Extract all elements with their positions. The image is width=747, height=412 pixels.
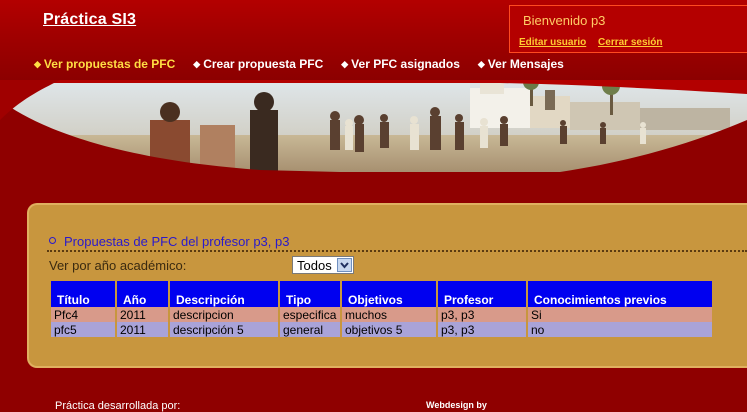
cell-tipo: general bbox=[280, 322, 340, 337]
cell-conocimientos: Si bbox=[528, 307, 712, 322]
cell-conocimientos: no bbox=[528, 322, 712, 337]
proposals-table: Título Año Descripción Tipo Objetivos Pr… bbox=[49, 281, 714, 337]
col-anio[interactable]: Año bbox=[117, 281, 168, 307]
col-titulo[interactable]: Título bbox=[51, 281, 115, 307]
col-descripcion[interactable]: Descripción bbox=[170, 281, 278, 307]
table-header-row: Título Año Descripción Tipo Objetivos Pr… bbox=[51, 281, 712, 307]
footer-credits: Práctica desarrollada por: bbox=[55, 400, 181, 412]
logout-link[interactable]: Cerrar sesión bbox=[598, 37, 662, 48]
main-nav: ◆ Ver propuestas de PFC ◆ Crear propuesta … bbox=[34, 57, 582, 73]
header: Práctica SI3 Bienvenido p3 Editar usuari… bbox=[0, 0, 747, 80]
user-box: Bienvenido p3 Editar usuario Cerrar sesi… bbox=[509, 5, 747, 53]
welcome-message: Bienvenido p3 bbox=[523, 13, 606, 28]
table-row[interactable]: Pfc4 2011 descripcion especifica muchos … bbox=[51, 307, 712, 322]
year-filter-value: Todos bbox=[297, 258, 332, 273]
section-title-text: Propuestas de PFC del profesor p3, p3 bbox=[64, 234, 290, 249]
cell-objetivos: objetivos 5 bbox=[342, 322, 436, 337]
chevron-down-icon[interactable] bbox=[337, 258, 352, 272]
nav-label: Ver Mensajes bbox=[487, 57, 564, 71]
edit-user-link[interactable]: Editar usuario bbox=[519, 37, 586, 48]
cell-titulo: pfc5 bbox=[51, 322, 115, 337]
cell-descripcion: descripción 5 bbox=[170, 322, 278, 337]
cell-anio: 2011 bbox=[117, 322, 168, 337]
dotted-divider bbox=[47, 250, 747, 252]
cell-profesor: p3, p3 bbox=[438, 322, 526, 337]
nav-ver-propuestas[interactable]: ◆ Ver propuestas de PFC bbox=[34, 57, 175, 73]
col-objetivos[interactable]: Objetivos bbox=[342, 281, 436, 307]
cell-titulo: Pfc4 bbox=[51, 307, 115, 322]
footer-webdesign: Webdesign by bbox=[426, 400, 487, 410]
year-filter-select[interactable]: Todos bbox=[292, 256, 354, 274]
nav-ver-asignados[interactable]: ◆ Ver PFC asignados bbox=[341, 57, 460, 73]
section-title: Propuestas de PFC del profesor p3, p3 bbox=[49, 234, 289, 249]
site-title[interactable]: Práctica SI3 bbox=[43, 11, 136, 29]
year-filter-label: Ver por año académico: bbox=[49, 258, 187, 273]
cell-anio: 2011 bbox=[117, 307, 168, 322]
diamond-bullet-icon: ◆ bbox=[34, 59, 41, 69]
diamond-bullet-icon: ◆ bbox=[193, 59, 201, 69]
table-row[interactable]: pfc5 2011 descripción 5 general objetivo… bbox=[51, 322, 712, 337]
diamond-bullet-icon: ◆ bbox=[341, 59, 349, 69]
nav-label: Ver propuestas de PFC bbox=[43, 57, 176, 71]
cell-descripcion: descripcion bbox=[170, 307, 278, 322]
header-banner-image bbox=[0, 80, 747, 172]
cell-objetivos: muchos bbox=[342, 307, 436, 322]
nav-label: Ver PFC asignados bbox=[351, 57, 460, 71]
diamond-bullet-icon: ◆ bbox=[477, 59, 485, 69]
content-panel: Propuestas de PFC del profesor p3, p3 Ve… bbox=[27, 203, 747, 368]
nav-crear-propuesta[interactable]: ◆ Crear propuesta PFC bbox=[193, 57, 323, 73]
col-tipo[interactable]: Tipo bbox=[280, 281, 340, 307]
user-links: Editar usuario Cerrar sesión bbox=[519, 37, 672, 48]
cell-profesor: p3, p3 bbox=[438, 307, 526, 322]
nav-ver-mensajes[interactable]: ◆ Ver Mensajes bbox=[478, 57, 564, 73]
banner-illustration bbox=[0, 80, 747, 172]
nav-label: Crear propuesta PFC bbox=[203, 57, 324, 71]
cell-tipo: especifica bbox=[280, 307, 340, 322]
col-profesor[interactable]: Profesor bbox=[438, 281, 526, 307]
circle-bullet-icon bbox=[49, 237, 56, 244]
col-conocimientos[interactable]: Conocimientos previos bbox=[528, 281, 712, 307]
